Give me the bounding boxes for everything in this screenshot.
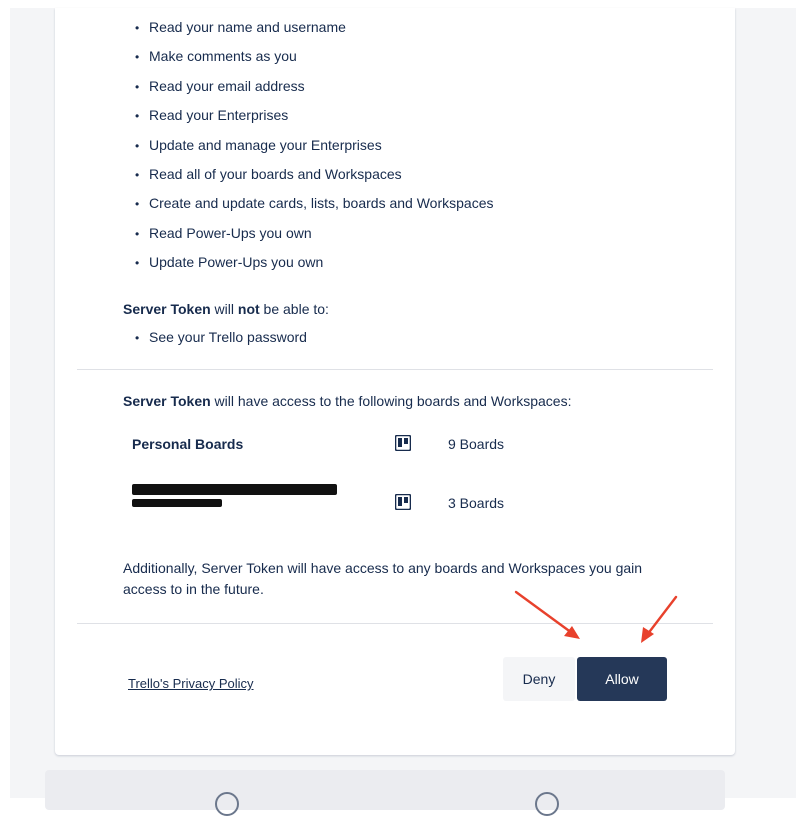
permission-item: Read all of your boards and Workspaces	[135, 163, 493, 192]
permission-item: Update Power-Ups you own	[135, 251, 493, 280]
board-icon	[395, 435, 411, 451]
privacy-policy-link[interactable]: Trello's Privacy Policy	[128, 676, 254, 691]
redacted-name	[132, 484, 337, 495]
lower-card	[45, 770, 725, 816]
not-allowed-item: See your Trello password	[135, 326, 307, 349]
not-heading-tail: be able to:	[259, 301, 329, 317]
board-icon	[395, 494, 411, 510]
access-heading-tail: will have access to the following boards…	[210, 393, 572, 409]
permission-item: Read Power-Ups you own	[135, 222, 493, 251]
deny-button[interactable]: Deny	[503, 657, 575, 701]
permission-item: Create and update cards, lists, boards a…	[135, 192, 493, 221]
permission-item: Update and manage your Enterprises	[135, 134, 493, 163]
board-owner-name: Personal Boards	[132, 436, 244, 452]
section-divider	[77, 369, 713, 370]
permission-item: Read your name and username	[135, 16, 493, 45]
board-count: 9 Boards	[448, 436, 505, 452]
permission-item: Read your email address	[135, 75, 493, 104]
authorization-card: Read your name and username Make comment…	[55, 8, 735, 755]
circle-icon	[215, 792, 239, 816]
page-background: Read your name and username Make comment…	[10, 8, 796, 798]
permission-item: Read your Enterprises	[135, 104, 493, 133]
permission-item: Make comments as you	[135, 45, 493, 74]
redacted-name	[132, 499, 222, 507]
future-access-note: Additionally, Server Token will have acc…	[123, 560, 643, 597]
section-divider	[77, 623, 713, 624]
circle-icon	[535, 792, 559, 816]
not-allowed-list: See your Trello password	[135, 326, 307, 349]
app-name: Server Token	[123, 301, 211, 317]
allow-button[interactable]: Allow	[577, 657, 667, 701]
granted-permissions-list: Read your name and username Make comment…	[135, 16, 493, 281]
not-heading-middle: will	[210, 301, 238, 317]
app-name: Server Token	[123, 393, 211, 409]
board-access-row: Personal Boards 9 Boards	[132, 433, 692, 473]
board-count: 3 Boards	[448, 495, 505, 511]
not-emphasis: not	[237, 301, 260, 317]
board-access-heading: Server Token will have access to the fol…	[123, 393, 572, 409]
not-allowed-heading: Server Token will not be able to:	[123, 301, 329, 317]
board-access-row: 3 Boards	[132, 484, 692, 532]
